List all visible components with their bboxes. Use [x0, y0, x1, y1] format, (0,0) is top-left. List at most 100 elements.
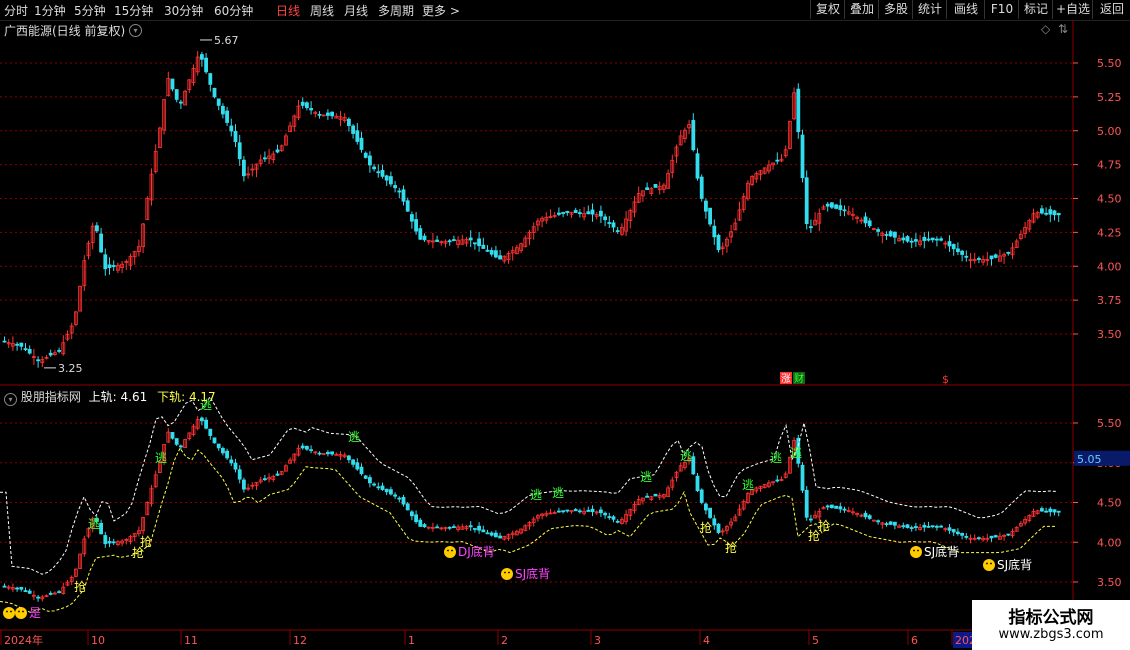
main-candle-body	[893, 231, 897, 238]
indicator-candle-body	[960, 533, 964, 536]
sj-bottom-signal: SJ底背	[515, 566, 550, 581]
indicator-candle-body	[208, 428, 213, 436]
main-candle-body	[956, 248, 960, 253]
indicator-candle-body	[435, 526, 440, 529]
main-candle-body	[905, 236, 910, 242]
main-candle-body	[435, 239, 440, 242]
main-candle-body	[99, 233, 103, 253]
main-candle-body	[1048, 209, 1053, 215]
main-candle-body	[451, 239, 456, 242]
indicator-candle-body	[241, 479, 246, 490]
indicator-candle-body	[603, 512, 607, 516]
indicator-candle-body	[565, 509, 570, 512]
main-candle-body	[351, 125, 356, 134]
indicator-candle-body	[111, 541, 116, 544]
indicator-candle-body	[174, 438, 179, 445]
main-candle-body	[477, 238, 482, 247]
main-candle-body	[691, 120, 696, 151]
escape-signal: 逃	[680, 449, 692, 463]
indicator-title-row: ▾ 股朋指标网 上轨: 4.61 下轨: 4.17	[4, 388, 216, 406]
main-candle-body	[355, 130, 360, 142]
chevron-down-icon[interactable]: ▾	[4, 393, 17, 406]
main-candle-body	[834, 204, 838, 209]
main-candle-body	[884, 234, 889, 236]
indicator-candle-body	[838, 506, 843, 510]
indicator-candle-body	[477, 525, 482, 531]
time-axis-label: 4	[703, 634, 710, 647]
indicator-candle-body	[405, 503, 410, 511]
indicator-candle-body	[325, 451, 330, 455]
indicator-candle-body	[372, 483, 377, 486]
expand-icon[interactable]: ⇅	[1058, 22, 1068, 36]
main-candle-body	[393, 185, 398, 189]
main-candle-body	[603, 216, 607, 221]
indicator-axis-label: 5.50	[1097, 417, 1122, 430]
main-candle-body	[15, 343, 20, 346]
dj-bottom-smiley-icon	[444, 546, 456, 558]
finance-marker: 财	[794, 372, 804, 385]
indicator-candle-body	[380, 485, 385, 490]
main-axis-label: 5.50	[1097, 57, 1122, 70]
escape-signal: 逃	[155, 451, 167, 465]
main-candle-body	[498, 255, 503, 260]
indicator-candle-body	[599, 509, 603, 514]
indicator-candle-body	[935, 525, 939, 528]
chevron-down-icon[interactable]: ▾	[129, 24, 142, 37]
indicator-candle-body	[401, 496, 406, 505]
watermark-title: 指标公式网	[1008, 608, 1094, 628]
indicator-candle-body	[48, 592, 53, 595]
indicator-candle-body	[964, 536, 969, 538]
escape-signal: 逃	[742, 478, 754, 492]
main-candle-body	[262, 157, 267, 160]
site-watermark: 指标公式网 www.zbgs3.com	[972, 600, 1130, 650]
main-candle-body	[939, 238, 943, 241]
indicator-candle-body	[1052, 509, 1057, 513]
main-candle-body	[216, 98, 221, 106]
main-candle-body	[704, 200, 708, 212]
main-candle-body	[825, 203, 830, 207]
main-candle-body	[359, 137, 364, 150]
indicator-candle-body	[363, 475, 368, 479]
watermark-url: www.zbgs3.com	[998, 627, 1104, 642]
indicator-candle-body	[884, 523, 889, 526]
indicator-candle-body	[409, 511, 414, 517]
diamond-icon[interactable]: ◇	[1041, 22, 1050, 36]
indicator-candle-body	[930, 525, 935, 528]
indicator-candle-body	[178, 445, 183, 448]
main-candle-body	[926, 238, 931, 241]
main-candle-body	[418, 228, 423, 240]
main-candle-body	[48, 352, 53, 356]
main-candle-body	[241, 159, 246, 177]
sj-bottom-smiley-eye	[986, 562, 988, 565]
main-candle-body	[485, 249, 490, 252]
main-candle-body	[367, 155, 372, 166]
indicator-candle-body	[107, 541, 112, 544]
indicator-candle-body	[830, 504, 834, 509]
escape-signal: 逃	[770, 451, 782, 465]
bottom-smiley-eye	[22, 610, 24, 613]
indicator-candle-body	[804, 489, 809, 518]
main-candle-body	[888, 231, 893, 237]
main-candle-body	[363, 152, 368, 158]
indicator-candle-body	[170, 432, 175, 439]
main-candle-body	[561, 212, 565, 214]
upper-band-line	[0, 395, 1057, 575]
indicator-candle-body	[645, 495, 649, 498]
main-candle-body	[914, 239, 918, 242]
main-candle-body	[578, 212, 582, 215]
indicator-candle-body	[834, 505, 838, 509]
indicator-candle-body	[204, 419, 209, 429]
main-candle-body	[397, 190, 402, 193]
main-candle-body	[237, 142, 242, 160]
kline-chart[interactable]: 5.67 3.25 涨财 $ 5.50 5.25 5.00 4.75 4.50 4.25 4.00…	[0, 0, 1130, 650]
indicator-candle-body	[863, 512, 868, 518]
indicator-candle-body	[1048, 508, 1053, 513]
indicator-candle-body	[607, 516, 612, 519]
yes-signal: 是	[29, 606, 41, 620]
main-candle-body	[493, 250, 498, 258]
sj-bottom-smiley-eye	[508, 571, 510, 574]
indicator-candle-body	[1006, 533, 1011, 536]
main-candle-body	[233, 131, 238, 142]
sj-bottom-signal: SJ底背	[924, 544, 959, 559]
indicator-candle-body	[275, 473, 280, 476]
